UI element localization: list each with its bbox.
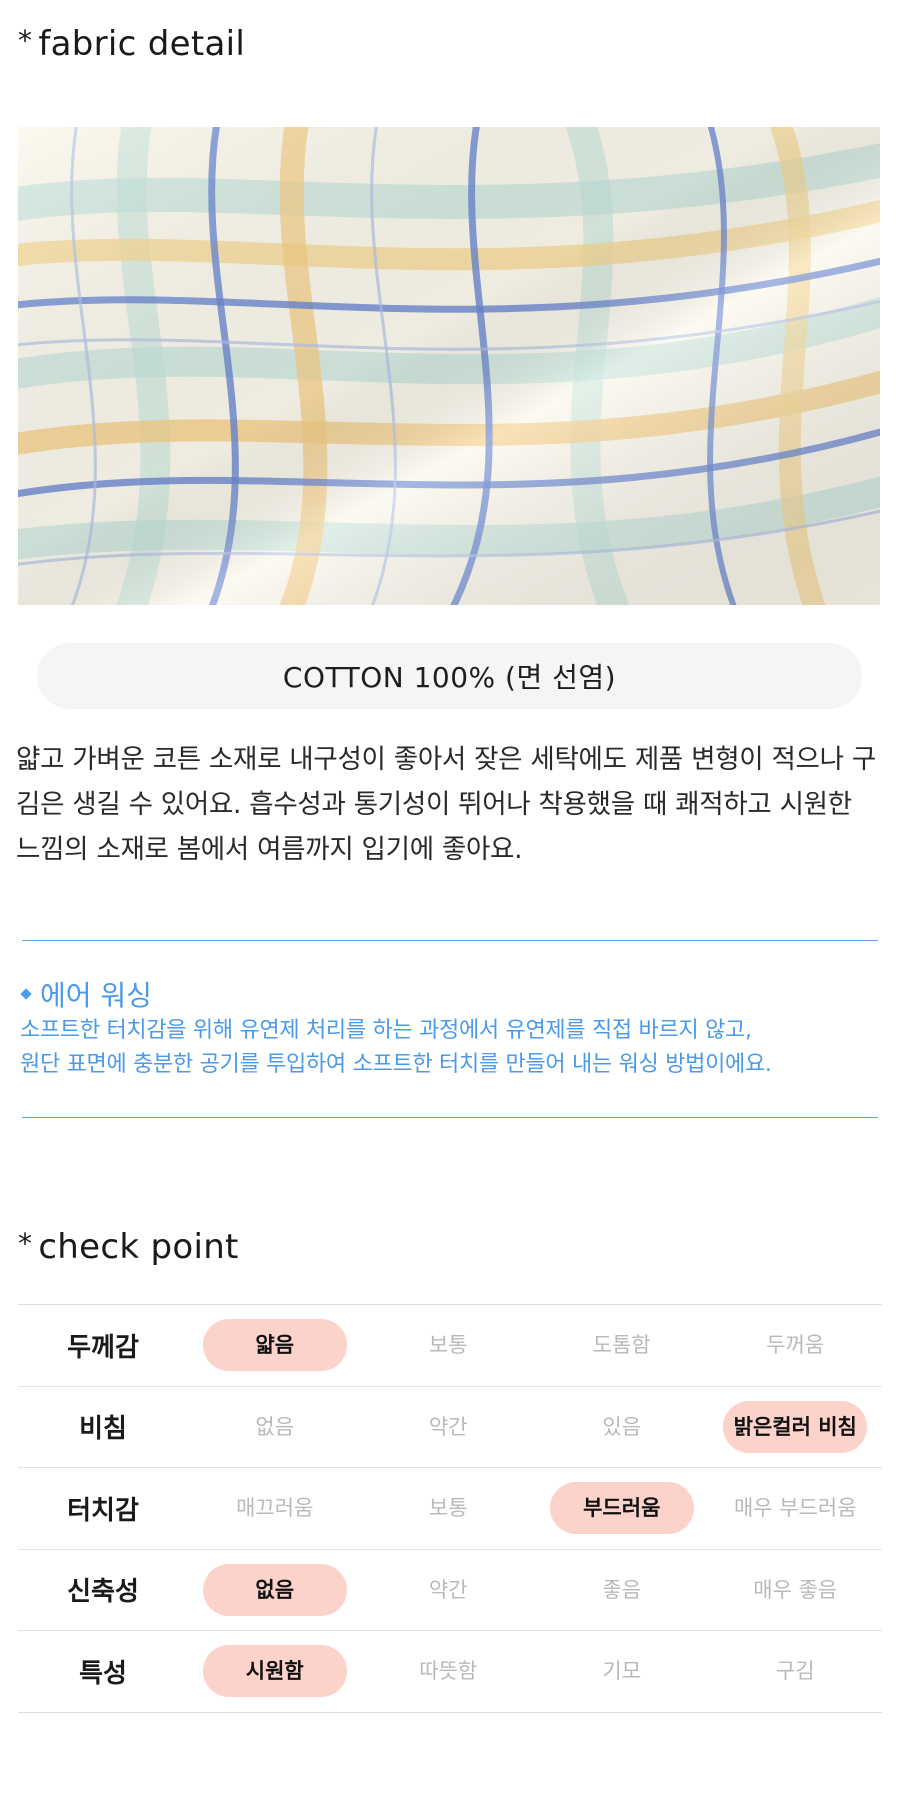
check-option: 없음 — [188, 1401, 362, 1453]
check-option-selected: 부드러움 — [535, 1482, 709, 1535]
check-option-label: 좋음 — [602, 1577, 642, 1602]
check-option-label: 없음 — [255, 1414, 295, 1439]
heading-bullet: * — [18, 1227, 33, 1260]
check-option: 있음 — [535, 1401, 709, 1453]
air-washing-title: 에어 워싱 — [20, 974, 152, 1014]
check-option: 약간 — [362, 1564, 536, 1616]
check-option: 구김 — [709, 1645, 883, 1697]
check-option-label: 약간 — [428, 1577, 468, 1602]
check-row: 비침 없음 약간 있음 밝은컬러 비침 — [18, 1387, 883, 1468]
check-option-label: 매끄러움 — [236, 1496, 314, 1521]
check-option-selected: 없음 — [188, 1563, 362, 1616]
heading-text: check point — [38, 1227, 239, 1267]
check-option-selected: 밝은컬러 비침 — [709, 1400, 883, 1453]
air-washing-title-text: 에어 워싱 — [40, 979, 152, 1012]
check-option-label: 따뜻함 — [419, 1659, 478, 1684]
check-option-label: 구김 — [775, 1659, 815, 1684]
check-option-selected: 얇음 — [188, 1319, 362, 1372]
composition-badge: COTTON 100% (면 선염) — [37, 643, 862, 709]
heading-text: fabric detail — [38, 24, 246, 64]
check-option: 좋음 — [535, 1564, 709, 1616]
check-point-table: 두께감 얇음 보통 도톰함 두꺼움 비침 없음 약간 있음 밝은컬러 비침 터치감 매끄러움 보통 부드러… — [18, 1304, 882, 1713]
check-row-label: 비침 — [79, 1414, 127, 1445]
check-row: 특성 시원함 따뜻함 기모 구김 — [18, 1631, 882, 1713]
check-option: 보통 — [362, 1319, 536, 1371]
check-row-label: 신축성 — [67, 1577, 139, 1608]
check-option-label: 도톰함 — [592, 1333, 651, 1358]
divider-top — [22, 940, 878, 941]
check-option: 따뜻함 — [362, 1645, 536, 1697]
check-option-label: 매우 부드러움 — [733, 1496, 857, 1521]
fabric-detail-heading: * fabric detail — [18, 24, 245, 64]
check-point-heading: * check point — [18, 1227, 239, 1267]
check-option-label: 밝은컬러 비침 — [723, 1400, 868, 1453]
check-option: 매우 부드러움 — [709, 1482, 883, 1534]
check-option-label: 보통 — [428, 1333, 468, 1358]
check-option-label: 약간 — [428, 1414, 468, 1439]
check-option: 기모 — [535, 1645, 709, 1697]
fabric-photo — [18, 127, 880, 605]
fabric-description: 얇고 가벼운 코튼 소재로 내구성이 좋아서 잦은 세탁에도 제품 변형이 적으… — [16, 744, 876, 865]
air-washing-line-1: 소프트한 터치감을 위해 유연제 처리를 하는 과정에서 유연제를 직접 바르지… — [20, 1018, 752, 1043]
check-option-label: 두꺼움 — [766, 1333, 825, 1358]
check-option: 두꺼움 — [709, 1319, 883, 1371]
check-option-label: 시원함 — [202, 1645, 347, 1698]
check-option: 약간 — [362, 1401, 536, 1453]
check-row: 신축성 없음 약간 좋음 매우 좋음 — [18, 1550, 883, 1631]
check-option: 매끄러움 — [188, 1482, 362, 1534]
check-option-label: 보통 — [428, 1496, 468, 1521]
check-option: 매우 좋음 — [709, 1564, 883, 1616]
check-option-label: 없음 — [202, 1563, 347, 1616]
check-option-label: 기모 — [602, 1659, 642, 1684]
check-option-label: 얇음 — [202, 1319, 347, 1372]
divider-bottom — [22, 1117, 878, 1118]
check-option-label: 부드러움 — [549, 1482, 694, 1535]
heading-bullet: * — [18, 24, 33, 57]
air-washing-description: 소프트한 터치감을 위해 유연제 처리를 하는 과정에서 유연제를 직접 바르지… — [20, 1014, 880, 1082]
check-option: 보통 — [362, 1482, 536, 1534]
check-row-label: 특성 — [79, 1658, 127, 1689]
diamond-bullet-icon — [20, 988, 32, 1000]
check-option: 도톰함 — [535, 1319, 709, 1371]
check-row: 터치감 매끄러움 보통 부드러움 매우 부드러움 — [18, 1468, 882, 1550]
check-row-label: 두께감 — [67, 1332, 139, 1363]
check-option-label: 있음 — [602, 1414, 642, 1439]
check-row: 두께감 얇음 보통 도톰함 두꺼움 — [18, 1305, 882, 1387]
check-row-label: 터치감 — [67, 1495, 139, 1526]
air-washing-line-2: 원단 표면에 충분한 공기를 투입하여 소프트한 터치를 만들어 내는 워싱 방… — [20, 1052, 772, 1077]
check-option-label: 매우 좋음 — [753, 1577, 838, 1602]
check-option-selected: 시원함 — [188, 1645, 362, 1698]
